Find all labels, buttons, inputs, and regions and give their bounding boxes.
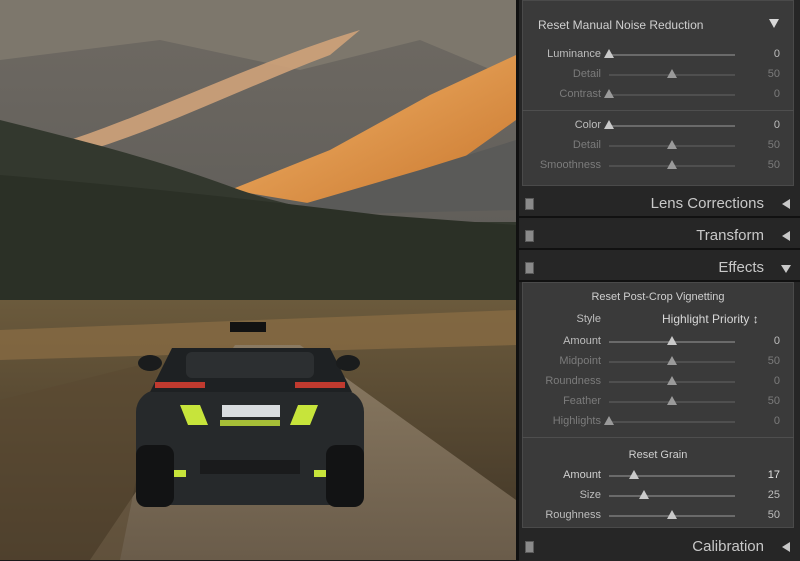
slider-track[interactable]	[609, 495, 735, 497]
vignette-row[interactable]: Amount 0	[522, 332, 794, 352]
noise-row[interactable]: Detail 50	[522, 65, 794, 85]
slider-label: Amount	[563, 335, 601, 347]
slider-track[interactable]	[609, 94, 735, 96]
slider-thumb[interactable]	[639, 490, 650, 499]
grain-row[interactable]: Amount 17	[522, 466, 794, 486]
panel-transform[interactable]: Transform	[519, 222, 800, 250]
slider-value[interactable]: 50	[768, 139, 780, 151]
slider-label: Roughness	[545, 509, 601, 521]
noise-row[interactable]: Contrast 0	[522, 85, 794, 105]
slider-label: Size	[579, 489, 601, 501]
panel-title: Lens Corrections	[650, 195, 764, 212]
noise-row[interactable]: Luminance 0	[522, 45, 794, 65]
slider-label: Roundness	[545, 375, 601, 387]
noise-header-triangle-down-icon[interactable]	[769, 19, 779, 28]
vignette-style-label: Style	[576, 313, 601, 325]
triangle-left-icon[interactable]	[782, 542, 790, 552]
grain-row[interactable]: Roughness 50	[522, 506, 794, 526]
slider-track[interactable]	[609, 125, 735, 127]
slider-value[interactable]: 50	[768, 68, 780, 80]
slider-thumb[interactable]	[667, 140, 677, 149]
slider-value[interactable]: 25	[768, 489, 780, 501]
slider-value[interactable]: 50	[768, 395, 780, 407]
slider-label: Midpoint	[559, 355, 601, 367]
slider-value[interactable]: 0	[774, 48, 780, 60]
panel-switch-icon[interactable]	[525, 198, 534, 210]
panel-effects[interactable]: Effects	[519, 254, 800, 282]
slider-thumb[interactable]	[667, 510, 677, 519]
triangle-left-icon[interactable]	[782, 231, 790, 241]
photo-image	[0, 0, 516, 560]
effects-separator	[522, 437, 794, 438]
noise-row[interactable]: Detail 50	[522, 136, 794, 156]
grain-reset-header[interactable]: Reset Grain	[522, 449, 794, 461]
slider-value[interactable]: 50	[768, 355, 780, 367]
slider-label: Contrast	[559, 88, 601, 100]
slider-value[interactable]: 0	[774, 119, 780, 131]
slider-value[interactable]: 17	[768, 469, 780, 481]
slider-label: Amount	[563, 469, 601, 481]
noise-reset-header[interactable]: Reset Manual Noise Reduction	[538, 18, 703, 32]
slider-thumb[interactable]	[604, 120, 614, 129]
panel-switch-icon[interactable]	[525, 541, 534, 553]
slider-value[interactable]: 0	[774, 375, 780, 387]
panel-title: Calibration	[692, 538, 764, 555]
slider-thumb[interactable]	[667, 336, 677, 345]
panel-lens-corrections[interactable]: Lens Corrections	[519, 190, 800, 218]
slider-label: Luminance	[547, 48, 601, 60]
slider-value[interactable]: 50	[768, 509, 780, 521]
slider-thumb[interactable]	[667, 356, 677, 365]
slider-track[interactable]	[609, 475, 735, 477]
slider-thumb[interactable]	[604, 416, 614, 425]
noise-row[interactable]: Color 0	[522, 116, 794, 136]
vignette-row[interactable]: Midpoint 50	[522, 352, 794, 372]
slider-value[interactable]: 0	[774, 415, 780, 427]
slider-thumb[interactable]	[604, 49, 614, 58]
vignette-row[interactable]: Feather 50	[522, 392, 794, 412]
slider-label: Feather	[563, 395, 601, 407]
panel-switch-icon[interactable]	[525, 262, 534, 274]
grain-row[interactable]: Size 25	[522, 486, 794, 506]
panel-title: Transform	[696, 227, 764, 244]
vignette-style-select[interactable]: Highlight Priority ↕	[662, 312, 759, 326]
slider-thumb[interactable]	[667, 396, 677, 405]
noise-row[interactable]: Smoothness 50	[522, 156, 794, 176]
slider-thumb[interactable]	[667, 376, 677, 385]
panel-switch-icon[interactable]	[525, 230, 534, 242]
slider-label: Smoothness	[539, 159, 601, 171]
noise-separator	[522, 110, 794, 111]
vignette-reset-header[interactable]: Reset Post-Crop Vignetting	[522, 291, 794, 303]
slider-label: Highlights	[552, 415, 601, 427]
slider-value[interactable]: 50	[768, 159, 780, 171]
panel-title: Effects	[718, 259, 764, 276]
panel-calibration[interactable]: Calibration	[519, 533, 800, 561]
triangle-left-icon[interactable]	[782, 199, 790, 209]
vignette-row[interactable]: Highlights 0	[522, 412, 794, 432]
slider-thumb[interactable]	[604, 89, 614, 98]
slider-label: Detail	[572, 139, 601, 151]
photo-preview	[0, 0, 516, 560]
slider-label: Color	[574, 119, 601, 131]
slider-thumb[interactable]	[667, 69, 677, 78]
vignette-row[interactable]: Roundness 0	[522, 372, 794, 392]
slider-value[interactable]: 0	[774, 88, 780, 100]
slider-track[interactable]	[609, 421, 735, 423]
slider-thumb[interactable]	[629, 470, 640, 479]
triangle-down-icon[interactable]	[781, 265, 791, 273]
slider-track[interactable]	[609, 54, 735, 56]
slider-thumb[interactable]	[667, 160, 677, 169]
slider-label: Detail	[572, 68, 601, 80]
slider-value[interactable]: 0	[774, 335, 780, 347]
